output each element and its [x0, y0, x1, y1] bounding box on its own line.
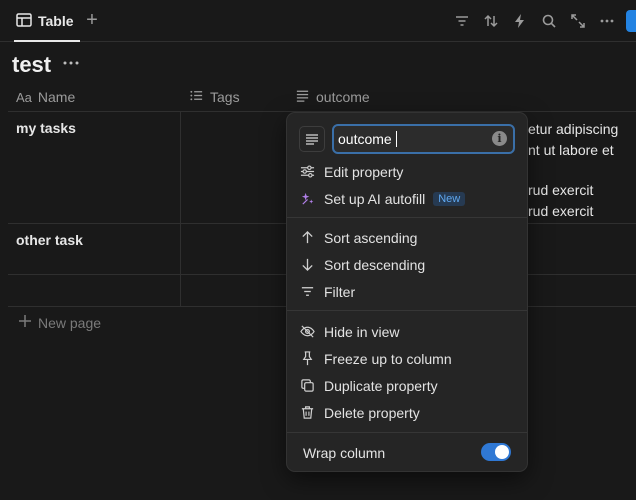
menu-item-label: Set up AI autofill: [324, 190, 426, 207]
eye-slash-icon: [299, 324, 315, 340]
more-icon[interactable]: [62, 56, 80, 74]
menu-item-label: Sort descending: [324, 256, 426, 273]
more-icon[interactable]: [596, 10, 618, 32]
plus-icon: [18, 314, 32, 331]
page-title[interactable]: test: [12, 52, 51, 78]
arrow-up-icon: [299, 230, 315, 246]
text-lines-icon: [295, 88, 310, 106]
list-icon: [189, 88, 204, 106]
menu-separator: [287, 217, 527, 218]
outcome-text-line: rud exercit: [528, 182, 594, 198]
plus-icon[interactable]: +: [82, 10, 102, 30]
tab-underline: [14, 40, 80, 42]
toggle-knob: [495, 445, 509, 459]
view-tab-label: Table: [38, 13, 74, 29]
toolbar: [444, 10, 636, 32]
top-bar: Table +: [0, 0, 636, 42]
menu-separator: [287, 310, 527, 311]
property-type-button[interactable]: [299, 126, 325, 152]
cell-divider: [180, 224, 181, 274]
wrap-column-toggle[interactable]: [481, 443, 511, 461]
new-page-label: New page: [38, 314, 102, 331]
menu-item-ai-autofill[interactable]: Set up AI autofill New: [293, 185, 521, 212]
menu-item-duplicate-property[interactable]: Duplicate property: [293, 372, 521, 399]
column-header-label: Name: [37, 89, 76, 105]
menu-item-sort-ascending[interactable]: Sort ascending: [293, 224, 521, 251]
arrow-down-icon: [299, 257, 315, 273]
pin-icon: [299, 351, 315, 367]
outcome-text-line: etur adipiscing: [528, 121, 619, 137]
menu-item-sort-descending[interactable]: Sort descending: [293, 251, 521, 278]
sliders-icon: [299, 164, 315, 180]
text-lines-icon: [306, 134, 318, 145]
outcome-text-line: nt ut labore et: [528, 142, 614, 158]
column-header-tags[interactable]: Tags: [189, 82, 240, 112]
wrap-column-label: Wrap column: [303, 445, 386, 461]
cell-divider: [180, 112, 181, 223]
column-header-label: Tags: [210, 89, 240, 105]
menu-item-label: Duplicate property: [324, 377, 438, 394]
column-header-outcome[interactable]: outcome: [295, 82, 370, 112]
menu-item-label: Hide in view: [324, 323, 400, 340]
table-header: Aa Name Tags outcome: [8, 82, 636, 112]
row-name[interactable]: other task: [16, 232, 83, 248]
new-button[interactable]: [626, 10, 636, 32]
new-badge: New: [433, 191, 466, 206]
lightning-icon[interactable]: [509, 10, 531, 32]
property-name-field: i: [332, 124, 515, 154]
menu-item-edit-property[interactable]: Edit property: [293, 158, 521, 185]
outcome-text-line: rud exercit: [528, 203, 594, 219]
duplicate-icon: [299, 378, 315, 394]
search-icon[interactable]: [538, 10, 560, 32]
new-page-button[interactable]: New page: [18, 314, 101, 331]
menu-item-freeze-column[interactable]: Freeze up to column: [293, 345, 521, 372]
menu-item-label: Edit property: [324, 163, 404, 180]
row-name[interactable]: my tasks: [16, 120, 76, 136]
text-caret: [396, 131, 397, 147]
sparkle-icon: [299, 191, 315, 207]
cell-divider: [180, 275, 181, 306]
sort-icon[interactable]: [480, 10, 502, 32]
menu-item-hide-in-view[interactable]: Hide in view: [293, 318, 521, 345]
menu-item-delete-property[interactable]: Delete property: [293, 399, 521, 426]
menu-separator: [287, 432, 527, 433]
column-header-name[interactable]: Aa Name: [16, 82, 75, 112]
trash-icon: [299, 405, 315, 421]
filter-icon: [299, 284, 315, 300]
menu-item-label: Delete property: [324, 404, 420, 421]
text-type-icon: Aa: [16, 89, 32, 105]
column-header-label: outcome: [316, 89, 370, 105]
table-icon: [16, 12, 32, 30]
menu-item-label: Sort ascending: [324, 229, 418, 246]
menu-item-label: Freeze up to column: [324, 350, 452, 367]
property-name-input[interactable]: [338, 128, 488, 150]
menu-item-label: Filter: [324, 283, 356, 300]
resize-icon[interactable]: [567, 10, 589, 32]
view-tab-table[interactable]: Table: [10, 8, 80, 42]
menu-item-filter[interactable]: Filter: [293, 278, 521, 305]
info-icon[interactable]: i: [492, 131, 507, 146]
property-menu: i Edit property Set up AI autofill New S…: [287, 113, 527, 471]
filter-icon[interactable]: [451, 10, 473, 32]
